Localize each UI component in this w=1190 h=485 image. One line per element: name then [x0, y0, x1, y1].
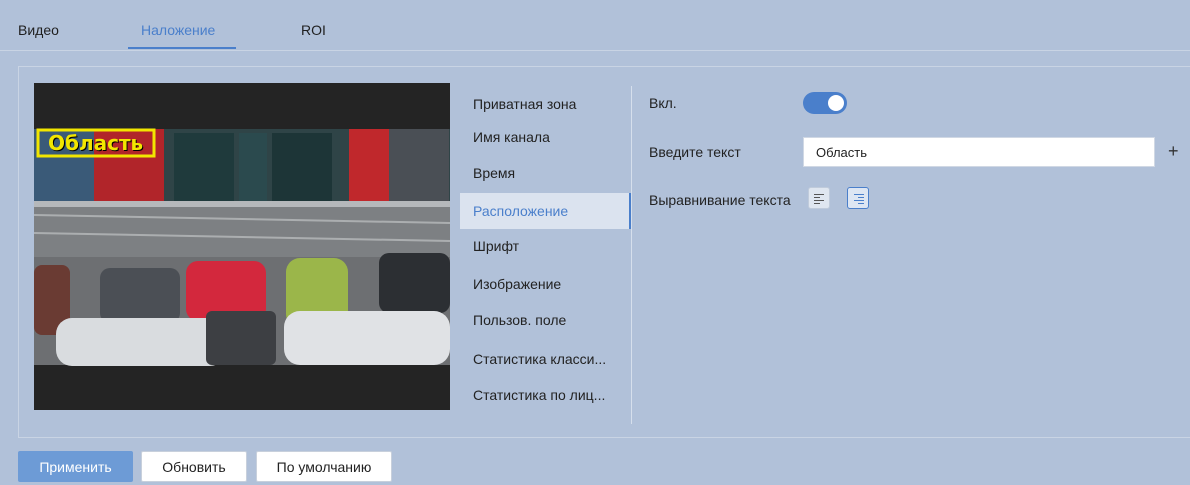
menu-item-image[interactable]: Изображение [460, 266, 631, 302]
overlay-text-input[interactable] [803, 137, 1155, 167]
align-right-icon[interactable] [847, 187, 869, 209]
tab-overlay[interactable]: Наложение [141, 22, 215, 38]
add-icon[interactable]: + [1168, 141, 1179, 162]
tab-bar: Видео Наложение ROI [0, 0, 1190, 51]
menu-item-privacy-zone[interactable]: Приватная зона [460, 86, 631, 122]
overlay-area-label: Область [48, 131, 144, 155]
enable-toggle[interactable] [803, 92, 847, 114]
toggle-knob [828, 95, 844, 111]
menu-item-font[interactable]: Шрифт [460, 228, 631, 264]
video-preview: Область [34, 83, 450, 410]
tab-roi[interactable]: ROI [301, 22, 326, 38]
active-tab-indicator [128, 47, 236, 49]
default-button[interactable]: По умолчанию [256, 451, 392, 482]
alignment-label: Выравнивание текста [649, 192, 791, 208]
apply-button[interactable]: Применить [18, 451, 133, 482]
refresh-button[interactable]: Обновить [141, 451, 247, 482]
menu-item-time[interactable]: Время [460, 155, 631, 191]
align-left-icon[interactable] [808, 187, 830, 209]
menu-item-face-stats[interactable]: Статистика по лиц... [460, 377, 631, 413]
enable-label: Вкл. [649, 95, 677, 111]
menu-item-custom-field[interactable]: Пользов. поле [460, 302, 631, 338]
tab-video[interactable]: Видео [18, 22, 59, 38]
text-label: Введите текст [649, 144, 741, 160]
menu-divider [631, 86, 632, 424]
menu-item-classification-stats[interactable]: Статистика класси... [460, 341, 631, 377]
menu-item-location[interactable]: Расположение [460, 193, 631, 229]
menu-item-channel-name[interactable]: Имя канала [460, 119, 631, 155]
